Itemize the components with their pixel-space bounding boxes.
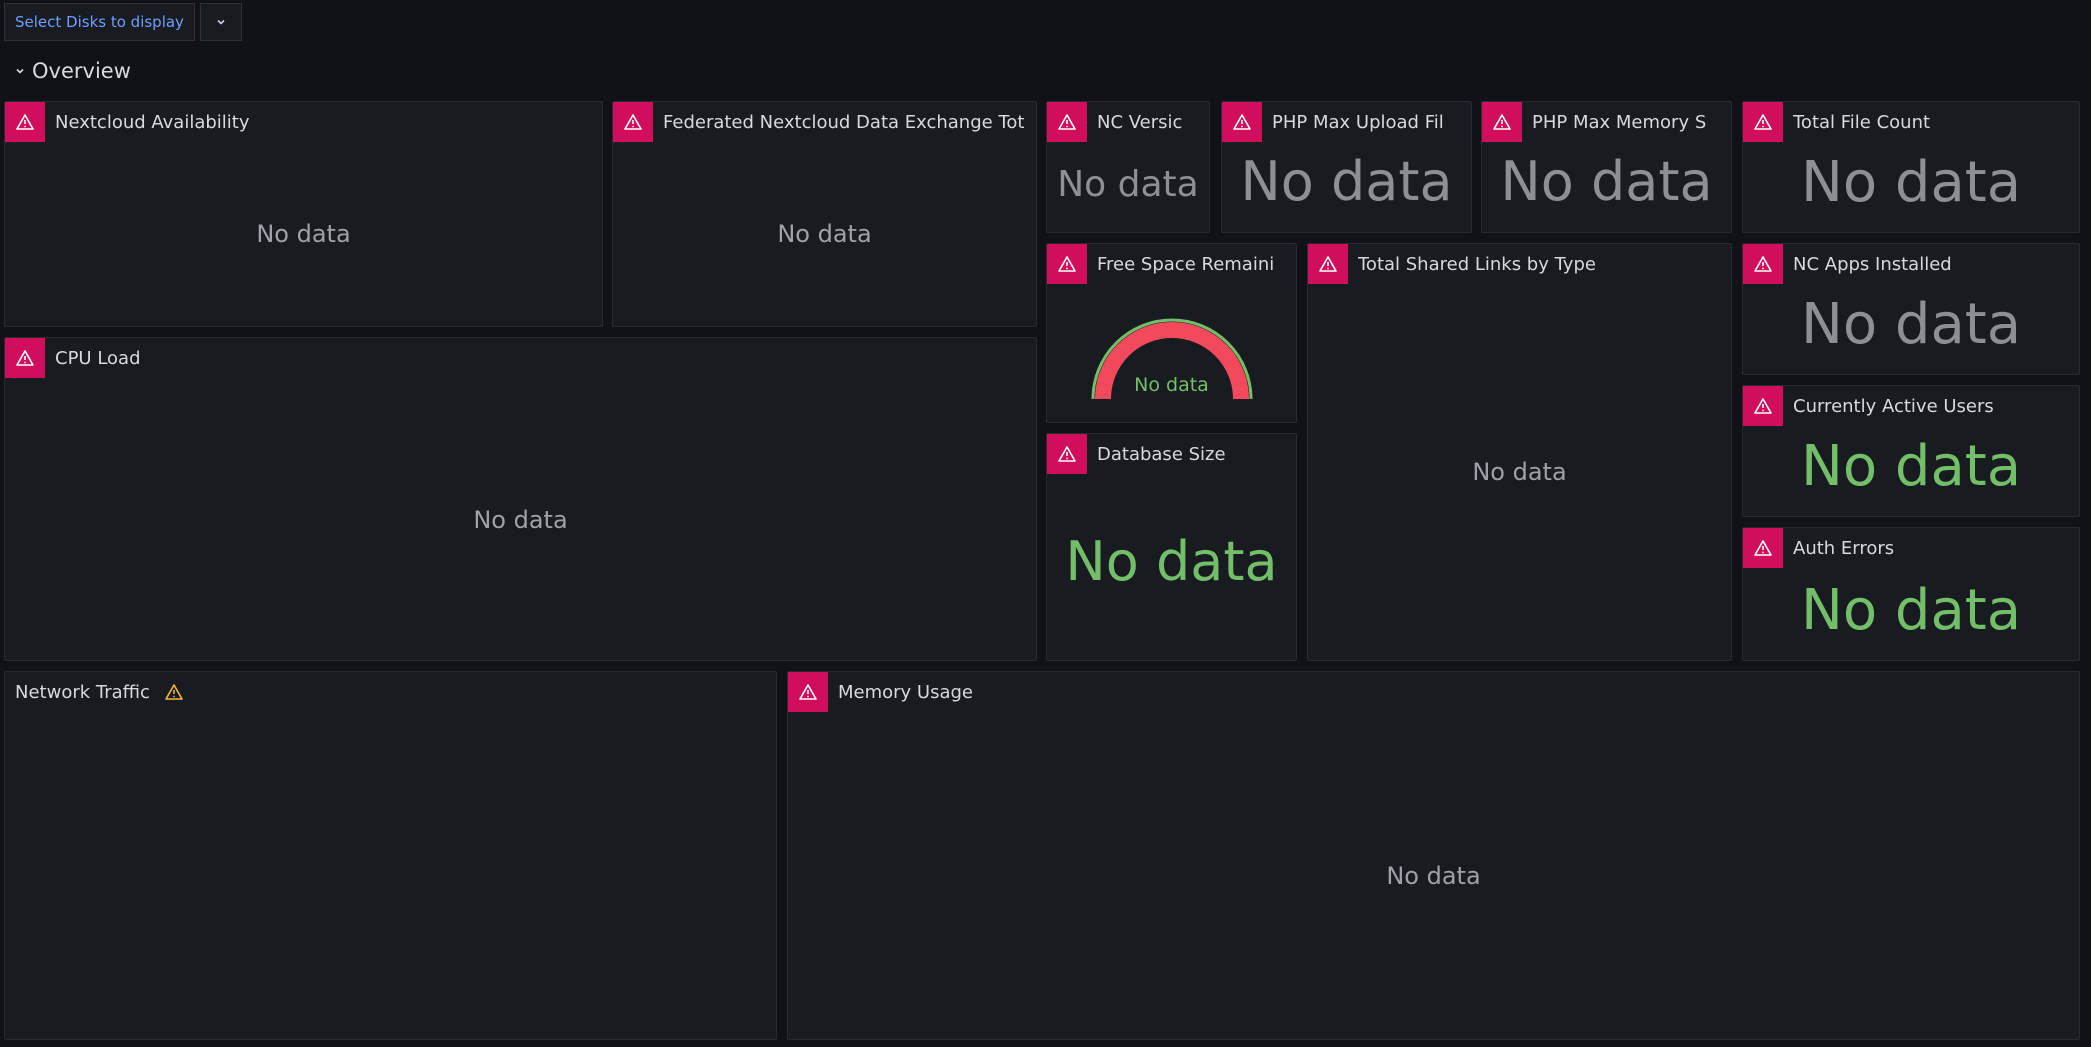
panel-header: Auth Errors — [1743, 528, 2079, 568]
alert-triangle-icon — [799, 684, 817, 700]
no-data-text: No data — [1240, 150, 1453, 213]
no-data-text: No data — [473, 506, 568, 534]
variable-bar: Select Disks to display — [4, 3, 242, 41]
alert-triangle-icon — [1058, 114, 1076, 130]
select-disks-dropdown[interactable] — [199, 3, 242, 41]
panel-title[interactable]: NC Versic — [1097, 112, 1209, 133]
no-data-text: No data — [1800, 434, 2022, 499]
panel-error-badge[interactable] — [5, 338, 45, 378]
panel-header: NC Apps Installed — [1743, 244, 2079, 284]
panel-database-size[interactable]: Database Size No data — [1046, 433, 1297, 661]
panel-php-max-upload[interactable]: PHP Max Upload Fil No data — [1221, 101, 1472, 233]
panel-header: Currently Active Users — [1743, 386, 2079, 426]
no-data-text: No data — [1057, 164, 1199, 205]
panel-error-badge[interactable] — [1308, 244, 1348, 284]
panel-currently-active-users[interactable]: Currently Active Users No data — [1742, 385, 2080, 517]
panel-header: Free Space Remaini — [1047, 244, 1296, 284]
panel-memory-usage[interactable]: Memory Usage No data — [787, 671, 2080, 1040]
alert-triangle-icon — [1754, 114, 1772, 130]
panel-header: Federated Nextcloud Data Exchange Tot — [613, 102, 1036, 142]
panel-title[interactable]: Network Traffic — [15, 682, 150, 703]
panel-error-badge[interactable] — [1743, 102, 1783, 142]
panel-title[interactable]: PHP Max Upload Fil — [1272, 112, 1471, 133]
gauge — [1091, 318, 1253, 400]
select-disks-button[interactable]: Select Disks to display — [4, 3, 195, 41]
alert-triangle-icon — [16, 350, 34, 366]
panel-header: Total Shared Links by Type — [1308, 244, 1731, 284]
panel-title[interactable]: Total File Count — [1793, 112, 2079, 133]
panel-error-badge[interactable] — [1047, 434, 1087, 474]
warning-icon — [165, 684, 183, 700]
no-data-text: No data — [1386, 862, 1481, 890]
no-data-text: No data — [1800, 150, 2022, 215]
panel-header: Total File Count — [1743, 102, 2079, 142]
panel-php-max-memory[interactable]: PHP Max Memory S No data — [1481, 101, 1732, 233]
alert-triangle-icon — [1754, 256, 1772, 272]
panel-title[interactable]: Currently Active Users — [1793, 396, 2079, 417]
panel-error-badge[interactable] — [788, 672, 828, 712]
no-data-text: No data — [1065, 530, 1278, 593]
panel-header: Memory Usage — [788, 672, 2079, 712]
panel-header: Network Traffic — [5, 672, 776, 712]
panel-error-badge[interactable] — [1743, 244, 1783, 284]
panel-error-badge[interactable] — [1482, 102, 1522, 142]
alert-triangle-icon — [624, 114, 642, 130]
panel-free-space[interactable]: Free Space Remaini No data — [1046, 243, 1297, 423]
panel-nextcloud-availability[interactable]: Nextcloud Availability No data — [4, 101, 603, 327]
panel-header: PHP Max Memory S — [1482, 102, 1731, 142]
panel-title[interactable]: NC Apps Installed — [1793, 254, 2079, 275]
panel-error-badge[interactable] — [1222, 102, 1262, 142]
panel-warning[interactable] — [164, 682, 184, 702]
panel-nc-apps-installed[interactable]: NC Apps Installed No data — [1742, 243, 2080, 375]
panel-title[interactable]: CPU Load — [55, 348, 1036, 369]
panel-header: NC Versic — [1047, 102, 1209, 142]
panel-title[interactable]: Total Shared Links by Type — [1358, 254, 1731, 275]
panel-error-badge[interactable] — [613, 102, 653, 142]
chevron-down-icon — [217, 19, 225, 25]
alert-triangle-icon — [1754, 398, 1772, 414]
no-data-text: No data — [256, 220, 351, 248]
row-toggle-overview[interactable]: Overview — [14, 56, 131, 86]
panel-header: Database Size — [1047, 434, 1296, 474]
panel-title[interactable]: Federated Nextcloud Data Exchange Tot — [663, 112, 1036, 133]
alert-triangle-icon — [1233, 114, 1251, 130]
panel-nc-version[interactable]: NC Versic No data — [1046, 101, 1210, 233]
panel-title[interactable]: Auth Errors — [1793, 538, 2079, 559]
no-data-text: No data — [1800, 292, 2022, 357]
alert-triangle-icon — [1058, 256, 1076, 272]
panel-auth-errors[interactable]: Auth Errors No data — [1742, 527, 2080, 661]
no-data-text: No data — [1500, 150, 1713, 213]
alert-triangle-icon — [1754, 540, 1772, 556]
panel-header: Nextcloud Availability — [5, 102, 602, 142]
chevron-down-icon — [16, 68, 24, 74]
panel-federated-exchange[interactable]: Federated Nextcloud Data Exchange Tot No… — [612, 101, 1037, 327]
panel-total-file-count[interactable]: Total File Count No data — [1742, 101, 2080, 233]
panel-network-traffic[interactable]: Network Traffic — [4, 671, 777, 1040]
panel-error-badge[interactable] — [1047, 244, 1087, 284]
panel-error-badge[interactable] — [5, 102, 45, 142]
alert-triangle-icon — [1319, 256, 1337, 272]
no-data-text: No data — [1800, 578, 2022, 643]
panel-error-badge[interactable] — [1743, 386, 1783, 426]
row-title: Overview — [32, 59, 131, 83]
alert-triangle-icon — [1058, 446, 1076, 462]
alert-triangle-icon — [16, 114, 34, 130]
no-data-text: No data — [777, 220, 872, 248]
panel-error-badge[interactable] — [1047, 102, 1087, 142]
panel-title[interactable]: Free Space Remaini — [1097, 254, 1296, 275]
panel-header: PHP Max Upload Fil — [1222, 102, 1471, 142]
panel-error-badge[interactable] — [1743, 528, 1783, 568]
panel-total-shared-links[interactable]: Total Shared Links by Type No data — [1307, 243, 1732, 661]
alert-triangle-icon — [1493, 114, 1511, 130]
no-data-text: No data — [1472, 458, 1567, 486]
panel-title[interactable]: PHP Max Memory S — [1532, 112, 1731, 133]
panel-title[interactable]: Database Size — [1097, 444, 1296, 465]
panel-title[interactable]: Nextcloud Availability — [55, 112, 602, 133]
panel-header: CPU Load — [5, 338, 1036, 378]
panel-cpu-load[interactable]: CPU Load No data — [4, 337, 1037, 661]
panel-title[interactable]: Memory Usage — [838, 682, 2079, 703]
gauge-no-data-text: No data — [1134, 374, 1209, 396]
